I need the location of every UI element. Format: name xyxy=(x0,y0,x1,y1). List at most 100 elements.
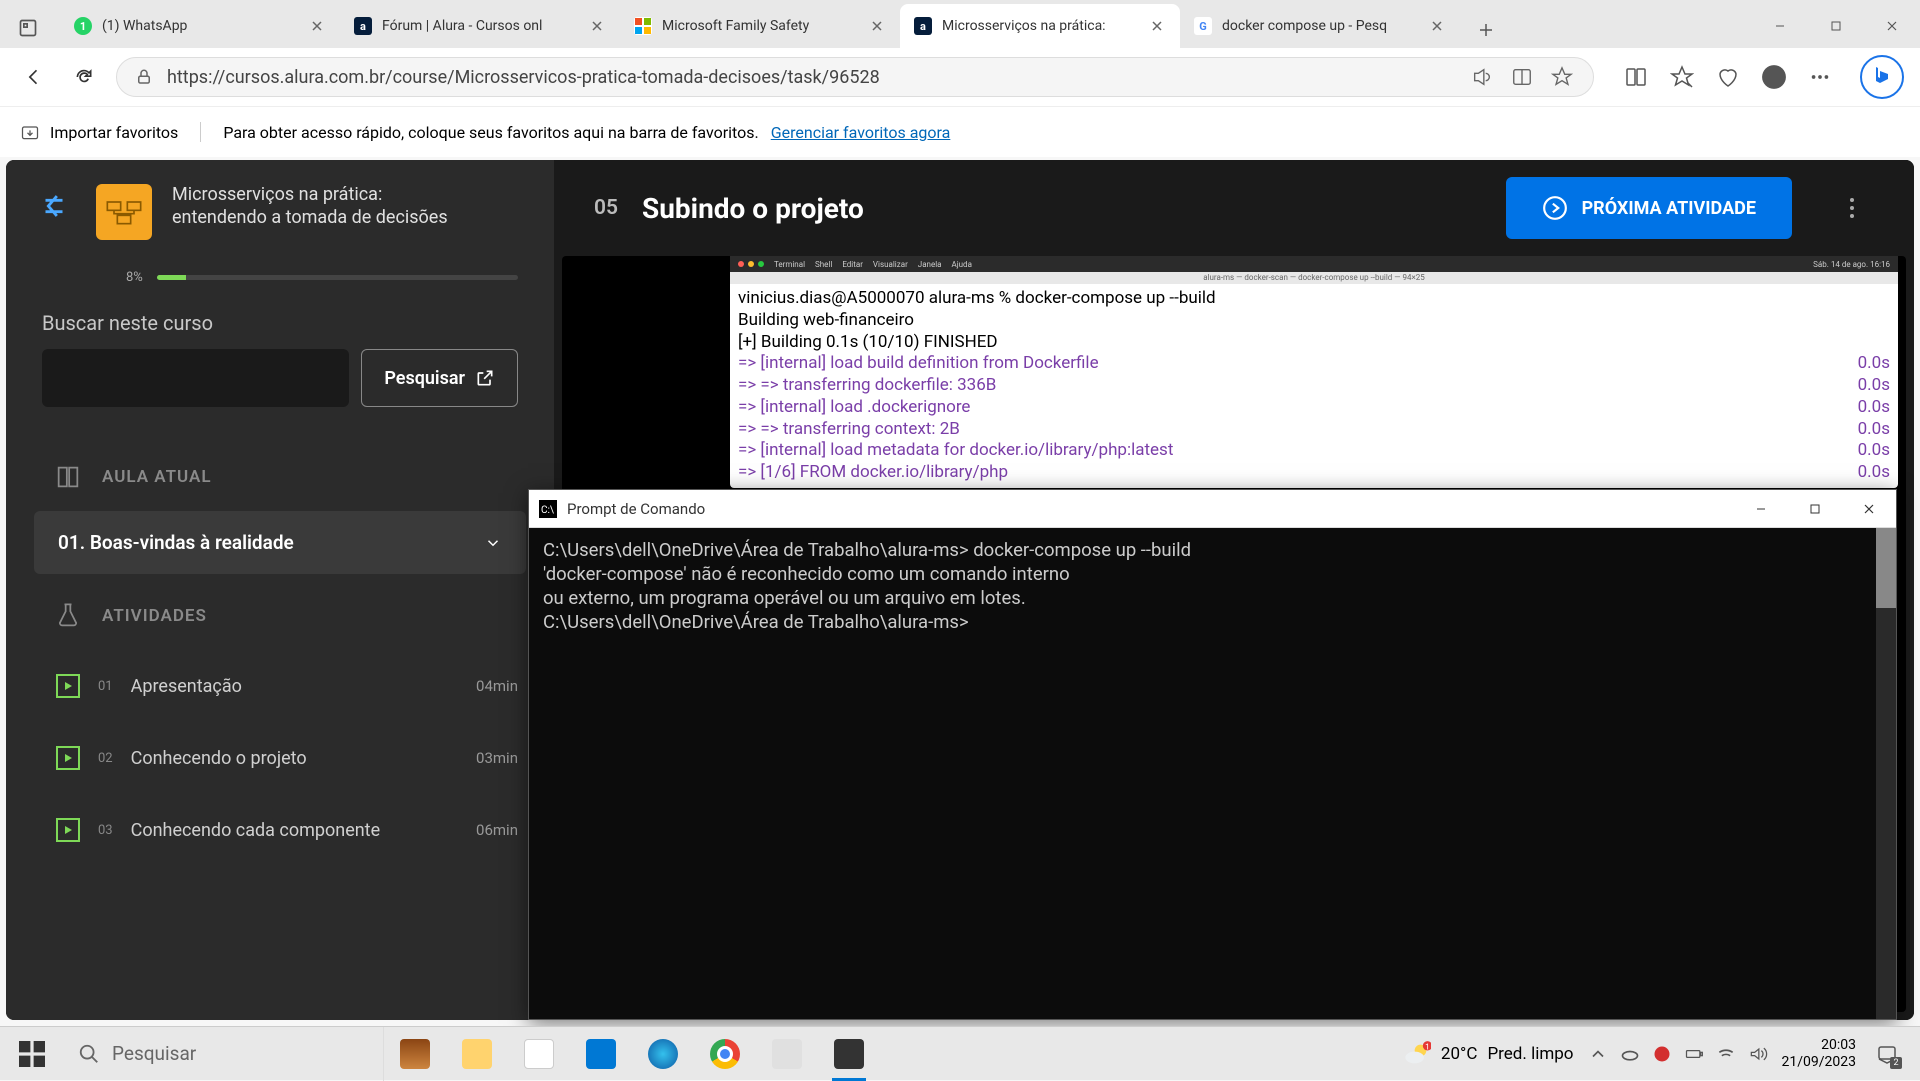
import-favorites-button[interactable]: Importar favoritos xyxy=(20,122,201,142)
tray-icons-group xyxy=(1588,1044,1768,1064)
search-label: Buscar neste curso xyxy=(42,311,518,335)
google-icon: G xyxy=(1194,17,1212,35)
close-icon[interactable] xyxy=(1428,17,1446,35)
cmd-scrollbar[interactable] xyxy=(1876,528,1896,1019)
profile-icon[interactable] xyxy=(1760,63,1788,91)
bing-chat-icon[interactable] xyxy=(1860,55,1904,99)
close-icon[interactable] xyxy=(588,17,606,35)
search-input[interactable] xyxy=(42,349,349,407)
collapse-sidebar-icon[interactable] xyxy=(32,184,76,228)
start-button[interactable] xyxy=(0,1027,64,1081)
taskbar-search[interactable]: Pesquisar xyxy=(64,1027,384,1081)
taskbar-app-calculator[interactable] xyxy=(756,1027,818,1081)
activity-item[interactable]: 01 Apresentação 04min xyxy=(6,650,554,722)
close-button[interactable] xyxy=(1864,4,1920,48)
chevron-up-icon[interactable] xyxy=(1588,1044,1608,1064)
activity-item[interactable]: 02 Conhecendo o projeto 03min xyxy=(6,722,554,794)
more-icon[interactable] xyxy=(1806,63,1834,91)
volume-icon[interactable] xyxy=(1748,1044,1768,1064)
onedrive-icon[interactable] xyxy=(1620,1044,1640,1064)
tab-google-search[interactable]: G docker compose up - Pesq xyxy=(1180,4,1460,48)
cmd-window: C:\ Prompt de Comando C:\Users\dell\OneD… xyxy=(528,489,1897,1020)
close-icon[interactable] xyxy=(1148,17,1166,35)
weather-widget[interactable]: 1 20°C Pred. limpo xyxy=(1403,1040,1574,1068)
cmd-titlebar[interactable]: C:\ Prompt de Comando xyxy=(529,490,1896,528)
cmd-line: 'docker-compose' não é reconhecido como … xyxy=(543,562,1882,586)
activity-number: 01 xyxy=(98,679,113,694)
more-menu-icon[interactable] xyxy=(1830,186,1874,230)
taskbar-app-chrome[interactable] xyxy=(694,1027,756,1081)
tab-actions-icon[interactable] xyxy=(8,8,48,48)
close-icon[interactable] xyxy=(308,17,326,35)
terminal-timing: 0.0s xyxy=(1858,462,1890,484)
course-subtitle: entendendo a tomada de decisões xyxy=(172,207,448,228)
immersive-reader-icon[interactable] xyxy=(1509,64,1535,90)
minimize-button[interactable] xyxy=(1752,4,1808,48)
manage-favorites-link[interactable]: Gerenciar favoritos agora xyxy=(771,123,951,142)
next-activity-button[interactable]: PRÓXIMA ATIVIDADE xyxy=(1506,177,1792,239)
taskbar-app-cmd[interactable] xyxy=(818,1027,880,1081)
taskbar-app-mail[interactable] xyxy=(570,1027,632,1081)
terminal-line: vinicius.dias@A5000070 alura-ms % docker… xyxy=(738,288,1890,310)
tab-microsservicos[interactable]: a Microsserviços na prática: xyxy=(900,4,1180,48)
tab-title: Microsoft Family Safety xyxy=(662,18,858,34)
lesson-title: Subindo o projeto xyxy=(642,192,1482,225)
section-activities: ATIVIDADES xyxy=(6,574,554,650)
folder-icon xyxy=(462,1039,492,1069)
traffic-light-minimize-icon xyxy=(748,261,754,267)
battery-icon[interactable] xyxy=(1684,1044,1704,1064)
terminal-timing: 0.0s xyxy=(1858,353,1890,375)
taskbar-app-explorer[interactable] xyxy=(446,1027,508,1081)
refresh-button[interactable] xyxy=(66,59,102,95)
taskbar-app-store[interactable] xyxy=(508,1027,570,1081)
section-label: ATIVIDADES xyxy=(102,606,207,626)
new-tab-button[interactable] xyxy=(1468,12,1504,48)
cmd-minimize-button[interactable] xyxy=(1734,490,1788,528)
tab-title: Microsserviços na prática: xyxy=(942,18,1138,34)
close-icon[interactable] xyxy=(868,17,886,35)
course-title: Microsserviços na prática: xyxy=(172,184,448,205)
search-button[interactable]: Pesquisar xyxy=(361,349,518,407)
svg-text:C:\: C:\ xyxy=(541,505,555,516)
current-lesson-item[interactable]: 01. Boas-vindas à realidade xyxy=(34,511,526,574)
taskbar-app-reading[interactable] xyxy=(384,1027,446,1081)
section-current-lesson: AULA ATUAL xyxy=(6,435,554,511)
security-icon[interactable] xyxy=(1652,1044,1672,1064)
favorite-star-icon[interactable] xyxy=(1549,64,1575,90)
cmd-output[interactable]: C:\Users\dell\OneDrive\Área de Trabalho\… xyxy=(529,528,1896,1019)
maximize-button[interactable] xyxy=(1808,4,1864,48)
activity-number: 03 xyxy=(98,823,113,838)
search-icon xyxy=(78,1043,100,1065)
terminal-step: => => transferring context: 2B xyxy=(738,419,960,441)
notification-badge: 2 xyxy=(1890,1057,1902,1069)
progress-bar xyxy=(157,275,518,280)
wifi-icon[interactable] xyxy=(1716,1044,1736,1064)
terminal-output: vinicius.dias@A5000070 alura-ms % docker… xyxy=(730,284,1898,488)
course-thumbnail-icon xyxy=(96,184,152,240)
tab-forum-alura[interactable]: a Fórum | Alura - Cursos onl xyxy=(340,4,620,48)
cmd-maximize-button[interactable] xyxy=(1788,490,1842,528)
taskbar-app-edge[interactable] xyxy=(632,1027,694,1081)
activity-title: Apresentação xyxy=(131,676,458,697)
tray-clock[interactable]: 20:03 21/09/2023 xyxy=(1782,1037,1857,1071)
cmd-scroll-thumb[interactable] xyxy=(1876,528,1896,608)
mac-menubar: Terminal Shell Editar Visualizar Janela … xyxy=(730,256,1898,272)
traffic-light-close-icon xyxy=(738,261,744,267)
back-button[interactable] xyxy=(16,59,52,95)
read-aloud-icon[interactable] xyxy=(1469,64,1495,90)
tab-title: Fórum | Alura - Cursos onl xyxy=(382,18,578,34)
system-tray: 1 20°C Pred. limpo 20:03 21/09/2023 2 xyxy=(1387,1027,1920,1081)
favorites-icon[interactable] xyxy=(1668,63,1696,91)
tab-whatsapp[interactable]: 1 (1) WhatsApp xyxy=(60,4,340,48)
play-icon xyxy=(56,818,80,842)
cmd-close-button[interactable] xyxy=(1842,490,1896,528)
tab-ms-family[interactable]: Microsoft Family Safety xyxy=(620,4,900,48)
collections-icon[interactable] xyxy=(1714,63,1742,91)
course-progress: 8% xyxy=(6,256,554,311)
url-bar[interactable]: https://cursos.alura.com.br/course/Micro… xyxy=(116,57,1594,97)
activity-item[interactable]: 03 Conhecendo cada componente 06min xyxy=(6,794,554,866)
tab-title: docker compose up - Pesq xyxy=(1222,18,1418,34)
split-screen-icon[interactable] xyxy=(1622,63,1650,91)
notifications-button[interactable]: 2 xyxy=(1870,1037,1904,1071)
course-sidebar: Microsserviços na prática: entendendo a … xyxy=(6,160,554,1020)
